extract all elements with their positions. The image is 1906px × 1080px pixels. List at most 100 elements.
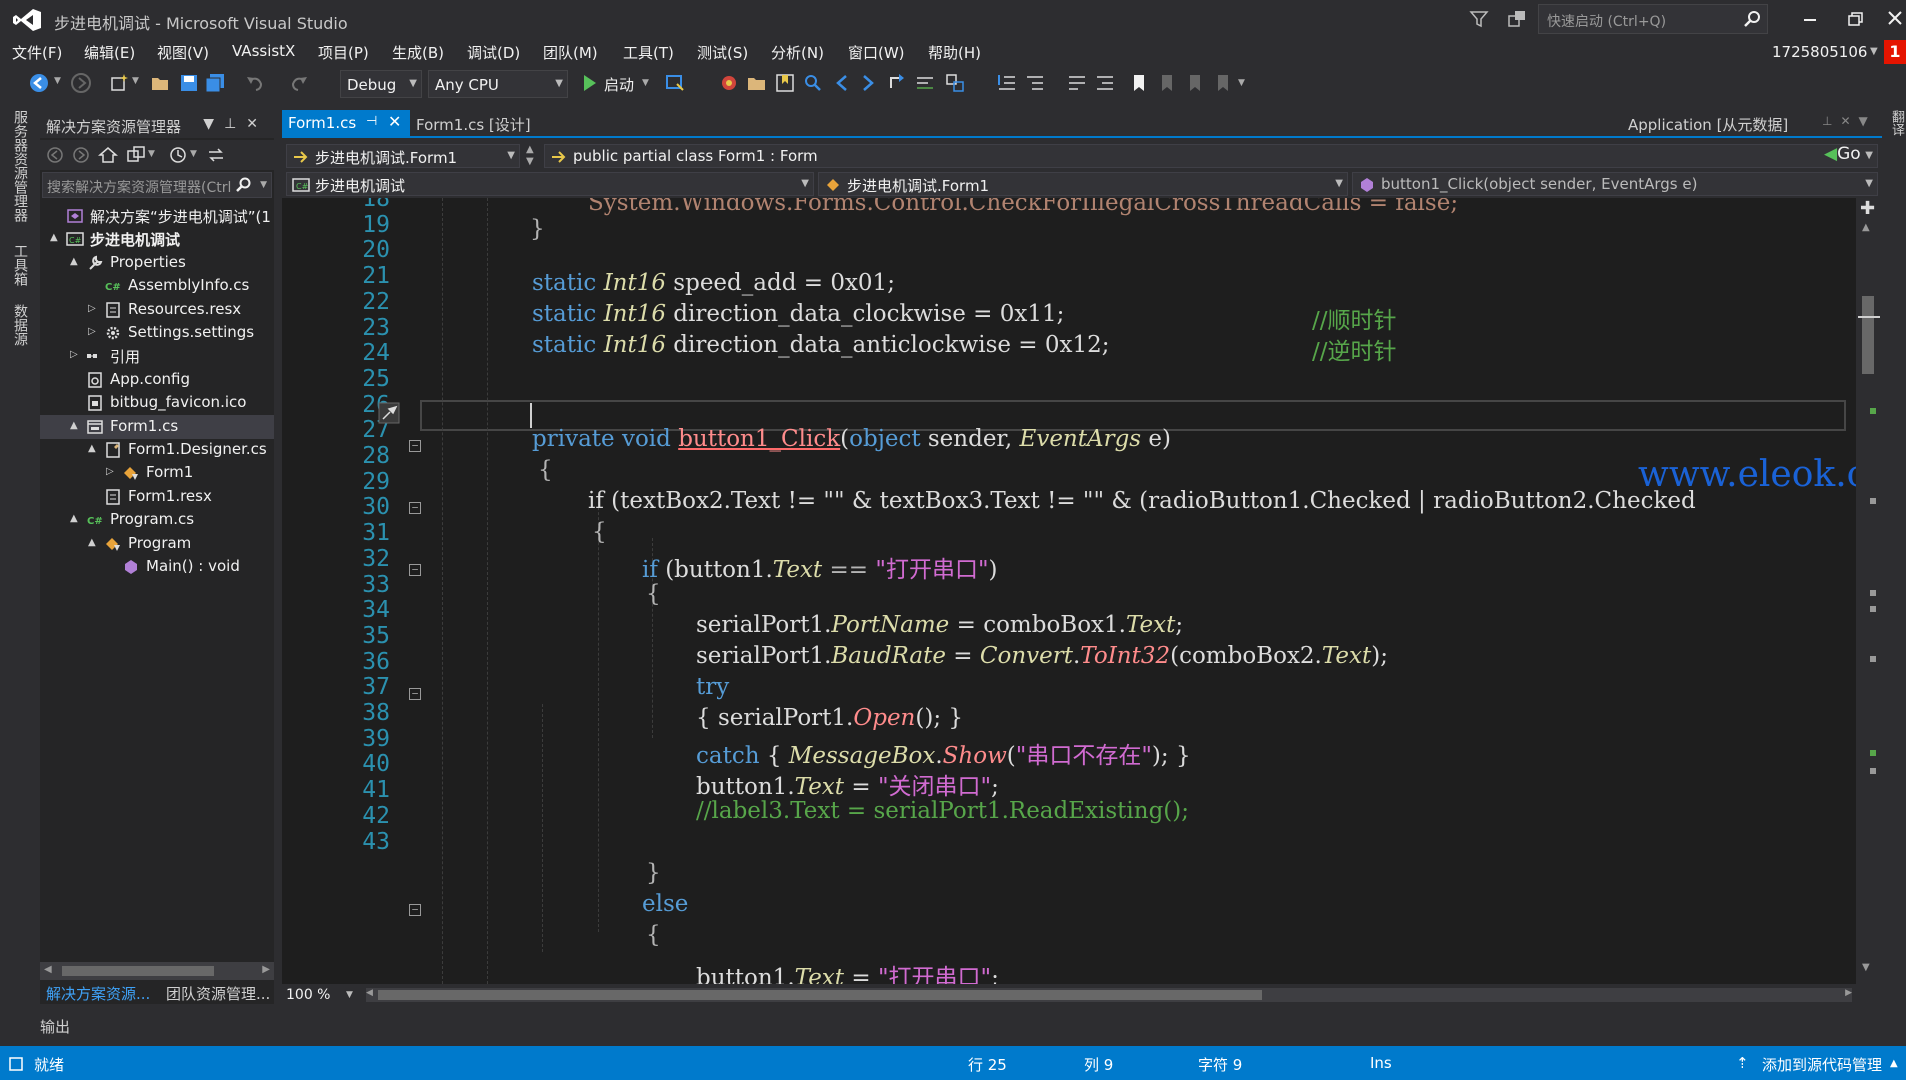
class-declaration-dropdown[interactable]: public partial class Form1 : Form ▼ xyxy=(544,144,1878,168)
collapse-arrow-icon[interactable]: ▲ xyxy=(50,232,58,243)
folder-icon[interactable] xyxy=(746,72,768,94)
refactor-icon[interactable] xyxy=(944,72,966,94)
comment-anticlockwise[interactable]: //逆时针 xyxy=(1312,332,1397,365)
menu-analyze[interactable]: 分析(N) xyxy=(771,42,824,63)
toolbox-tab[interactable]: 工具箱 xyxy=(10,244,30,286)
collapse-arrow-icon[interactable]: ▲ xyxy=(70,420,78,431)
split-window-icon[interactable]: ✚ xyxy=(1860,198,1875,219)
code-line-18[interactable]: System.Windows.Forms.Control.CheckForIll… xyxy=(588,198,1458,221)
code-line-42[interactable]: { xyxy=(646,922,661,953)
code-line-41[interactable]: else xyxy=(642,891,688,922)
code-line-34[interactable]: try xyxy=(696,674,729,705)
solution-explorer-search-input[interactable]: 搜索解决方案资源管理器(Ctrl+;) ▼ xyxy=(42,172,272,198)
scroll-right-icon[interactable]: ▶ xyxy=(1845,988,1852,998)
menu-window[interactable]: 窗口(W) xyxy=(848,42,905,63)
go-button[interactable]: ◀Go xyxy=(1824,144,1861,164)
chevron-down-icon[interactable]: ▼ xyxy=(642,78,649,88)
tab-form1-design[interactable]: Form1.cs [设计] xyxy=(416,114,531,135)
tree-item[interactable]: ▷ Form1 xyxy=(40,461,274,485)
tree-item[interactable]: C# AssemblyInfo.cs xyxy=(40,274,274,298)
open-file-icon[interactable] xyxy=(150,72,172,94)
undo-icon[interactable] xyxy=(244,72,266,94)
save-all-icon[interactable] xyxy=(204,72,226,94)
code-line-28[interactable]: if (textBox2.Text != "" & textBox3.Text … xyxy=(588,488,1696,519)
expand-arrow-icon[interactable]: ▷ xyxy=(88,326,96,337)
panel-window-controls[interactable]: ▼⊥✕ xyxy=(203,116,268,132)
tree-item[interactable]: ▷ Resources.resx xyxy=(40,298,274,322)
scroll-up-icon[interactable]: ▲ xyxy=(1862,222,1870,233)
minimize-icon[interactable] xyxy=(1795,6,1825,32)
menu-help[interactable]: 帮助(H) xyxy=(928,42,981,63)
quick-launch-input[interactable]: 快速启动 (Ctrl+Q) xyxy=(1538,4,1768,34)
menu-view[interactable]: 视图(V) xyxy=(157,42,209,63)
new-project-icon[interactable] xyxy=(108,72,130,94)
add-to-source-control[interactable]: 添加到源代码管理 xyxy=(1762,1054,1882,1075)
code-line-22[interactable]: static Int16 direction_data_clockwise = … xyxy=(532,301,1064,332)
code-line-19[interactable]: } xyxy=(530,216,545,247)
code-line-35[interactable]: { serialPort1.Open(); } xyxy=(696,705,963,736)
fold-toggle[interactable]: − xyxy=(409,688,421,700)
chevron-up-icon[interactable]: ▲ xyxy=(1890,1058,1898,1069)
code-line-40[interactable]: } xyxy=(646,860,661,891)
save-icon[interactable] xyxy=(178,72,200,94)
pending-changes-filter-icon[interactable] xyxy=(168,145,188,165)
scroll-left-icon[interactable]: ◀ xyxy=(44,964,52,975)
scroll-right-icon[interactable]: ▶ xyxy=(262,964,270,975)
tree-item[interactable]: App.config xyxy=(40,368,274,392)
tree-item[interactable]: ▲ Program xyxy=(40,532,274,556)
pin-icon[interactable]: ⊣ xyxy=(366,114,377,129)
code-line-36[interactable]: catch { MessageBox.Show("串口不存在"); } xyxy=(696,736,1191,769)
close-icon[interactable]: ✕ xyxy=(1840,114,1858,128)
member-dropdown[interactable]: button1_Click(object sender, EventArgs e… xyxy=(1352,172,1878,196)
editor-vertical-scrollbar[interactable]: ✚ ▲ ▼ xyxy=(1856,198,1882,984)
bookmark-icon[interactable] xyxy=(1128,72,1150,94)
collapse-arrow-icon[interactable]: ▲ xyxy=(88,443,96,454)
chevron-down-icon[interactable]: ▼ xyxy=(54,76,61,86)
find-symbol-icon[interactable] xyxy=(802,72,824,94)
class-dropdown[interactable]: 步进电机调试.Form1 ▼ xyxy=(818,172,1348,196)
data-sources-tab[interactable]: 数据源 xyxy=(10,304,30,346)
tree-item[interactable]: ▲ Form1.Designer.cs xyxy=(40,438,274,462)
zoom-dropdown[interactable]: 100 % ▼ xyxy=(282,986,360,1006)
code-line-31[interactable]: { xyxy=(646,581,661,612)
menu-debug[interactable]: 调试(D) xyxy=(467,42,520,63)
fold-toggle[interactable]: − xyxy=(409,904,421,916)
debug-target-icon[interactable] xyxy=(718,72,740,94)
chevron-down-icon[interactable]: ▼ xyxy=(260,180,267,190)
menu-test[interactable]: 测试(S) xyxy=(697,42,748,63)
tab-form1-cs[interactable]: Form1.cs ⊣ ✕ xyxy=(282,110,410,136)
notifications-filter-icon[interactable] xyxy=(1468,8,1490,30)
start-button-label[interactable]: 启动 xyxy=(604,74,634,95)
expand-arrow-icon[interactable]: ▷ xyxy=(106,466,114,477)
notification-badge[interactable]: 1 xyxy=(1884,40,1906,64)
code-editor[interactable]: 18 19 20 21 22 23 24 25 26 27 28 29 30 31 32 33 34 35 36 37… xyxy=(282,198,1856,984)
chevron-down-icon[interactable]: ▼ xyxy=(148,149,155,159)
close-icon[interactable]: ✕ xyxy=(388,112,401,131)
code-line-21[interactable]: static Int16 speed_add = 0x01; xyxy=(532,270,895,301)
scrollbar-thumb[interactable] xyxy=(1862,296,1874,374)
uncomment-lines-icon[interactable] xyxy=(1094,72,1116,94)
feedback-icon[interactable] xyxy=(1506,8,1528,30)
scroll-left-icon[interactable]: ◀ xyxy=(366,988,373,998)
chevron-down-icon[interactable]: ▼ xyxy=(132,76,139,86)
menu-tools[interactable]: 工具(T) xyxy=(623,42,674,63)
pin-icon[interactable]: ⊥ xyxy=(224,116,246,132)
clear-bookmarks-icon[interactable] xyxy=(1212,72,1234,94)
collapse-arrow-icon[interactable]: ▲ xyxy=(88,537,96,548)
chevron-down-icon[interactable]: ▼ xyxy=(203,116,224,132)
tree-item[interactable]: ▲ C# Program.cs xyxy=(40,508,274,532)
restore-icon[interactable] xyxy=(1841,6,1871,32)
menu-build[interactable]: 生成(B) xyxy=(392,42,444,63)
account-name[interactable]: 1725805106 xyxy=(1772,43,1867,61)
expand-arrow-icon[interactable]: ▷ xyxy=(70,349,78,360)
tab-application-metadata[interactable]: Application [从元数据] xyxy=(1628,114,1788,135)
step-out-icon[interactable] xyxy=(886,72,908,94)
pin-icon[interactable]: ⊥ xyxy=(1822,114,1840,128)
chevron-down-icon[interactable]: ▼ xyxy=(1859,114,1876,128)
previous-bookmark-icon[interactable] xyxy=(1156,72,1178,94)
collapse-arrow-icon[interactable]: ▲ xyxy=(70,513,78,524)
project-dropdown[interactable]: C# 步进电机调试 ▼ xyxy=(286,172,814,196)
menu-edit[interactable]: 编辑(E) xyxy=(84,42,135,63)
close-icon[interactable] xyxy=(1881,6,1906,32)
tab-bar-controls[interactable]: ⊥✕▼ xyxy=(1822,114,1876,128)
